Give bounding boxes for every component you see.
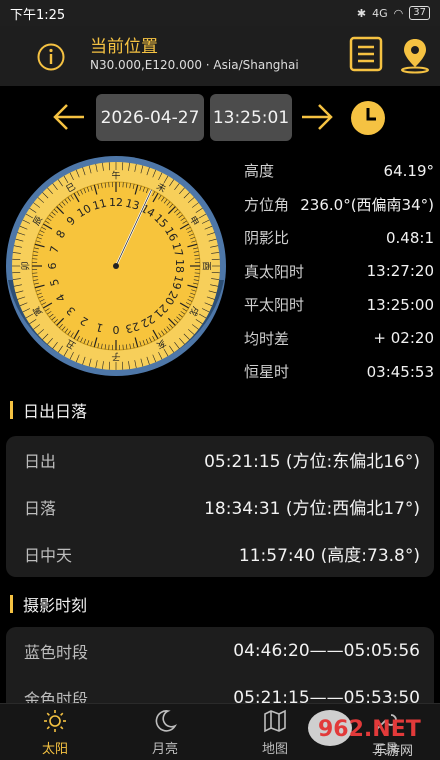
dial-hour-label: 12 xyxy=(109,196,123,209)
location-coordinates: N30.000,E120.000 · Asia/Shanghai xyxy=(90,58,299,72)
sun-data-value: 236.0°(西偏南34°) xyxy=(300,195,434,214)
map-icon xyxy=(264,709,286,732)
sun-data-value: + 02:20 xyxy=(373,329,434,348)
bluetooth-icon: ✱ xyxy=(356,6,367,20)
sun-data-row: 平太阳时 13:25:00 xyxy=(244,288,434,322)
location-pin-icon[interactable] xyxy=(398,36,432,74)
row-label: 日落 xyxy=(24,498,57,518)
sun-data-row: 高度 64.19° xyxy=(244,154,434,188)
info-icon[interactable] xyxy=(36,42,66,72)
row-value: 18:34:31 (方位:西偏北17°) xyxy=(204,499,420,519)
sun-data-value: 03:45:53 xyxy=(366,362,434,381)
header: 当前位置 N30.000,E120.000 · Asia/Shanghai xyxy=(0,26,440,86)
dial-hour-label: 0 xyxy=(113,323,120,336)
sun-data-row: 恒星时 03:45:53 xyxy=(244,355,434,389)
sun-data-table: 高度 64.19° 方位角 236.0°(西偏南34°) 阴影比 0.48:1 真太阳时 13… xyxy=(244,154,434,389)
list-item[interactable]: 日中天 11:57:40 (高度:73.8°) xyxy=(6,530,434,577)
dial-branch-label: 卯 xyxy=(21,261,32,270)
dial-hour-label: 18 xyxy=(173,259,186,273)
date-field[interactable]: 2026-04-27 xyxy=(96,94,204,141)
sun-icon xyxy=(44,709,66,732)
sun-data-label: 恒星时 xyxy=(244,363,290,382)
row-value: 04:46:20——05:05:56 xyxy=(233,640,420,661)
clock-icon[interactable] xyxy=(350,100,386,136)
nav-label: 太阳 xyxy=(41,741,68,757)
nav-item-sun[interactable]: 太阳 xyxy=(0,704,110,760)
sun-data-row: 方位角 236.0°(西偏南34°) xyxy=(244,188,434,222)
sun-data-row: 阴影比 0.48:1 xyxy=(244,221,434,255)
dial-branch-label: 子 xyxy=(111,351,120,362)
watermark-text: 962.NET xyxy=(318,717,421,742)
sun-data-row: 真太阳时 13:27:20 xyxy=(244,255,434,289)
sun-data-label: 阴影比 xyxy=(244,229,290,248)
list-item[interactable]: 日落 18:34:31 (方位:西偏北17°) xyxy=(6,483,434,530)
row-value: 05:21:15 (方位:东偏北16°) xyxy=(204,452,420,472)
sun-data-value: 13:25:00 xyxy=(366,295,434,314)
location-title: 当前位置 xyxy=(90,37,158,57)
previous-arrow-icon[interactable] xyxy=(52,102,86,132)
document-icon[interactable] xyxy=(349,36,383,72)
dial-branch-label: 午 xyxy=(111,170,120,182)
sundial-dial: 午未申酉戌亥子丑寅卯辰巳12 13141516171819202122230123… xyxy=(6,156,226,376)
time-field[interactable]: 13:25:01 xyxy=(210,94,292,141)
row-value: 11:57:40 (高度:73.8°) xyxy=(238,546,420,566)
nav-item-moon[interactable]: 月亮 xyxy=(110,704,220,760)
watermark-subtext: 乐游网 xyxy=(374,744,413,759)
sun-data-label: 均时差 xyxy=(244,329,290,348)
moon-icon xyxy=(155,709,178,732)
sun-data-label: 真太阳时 xyxy=(244,262,305,281)
sunrise-card: 日出 05:21:15 (方位:东偏北16°) 日落 18:34:31 (方位:西偏北… xyxy=(6,436,434,577)
row-label: 日中天 xyxy=(24,545,73,565)
sun-data-value: 13:27:20 xyxy=(366,262,434,281)
battery-icon: 37 xyxy=(409,6,430,20)
status-bar: 下午1:25 ✱ 4G ◠ 37 xyxy=(0,0,440,26)
sun-data-value: 0.48:1 xyxy=(386,228,434,247)
list-item[interactable]: 蓝色时段 04:46:20——05:05:56 xyxy=(6,627,434,674)
status-time: 下午1:25 xyxy=(10,7,66,23)
list-item[interactable]: 日出 05:21:15 (方位:东偏北16°) xyxy=(6,436,434,483)
dial-center xyxy=(113,263,119,269)
sun-data-value: 64.19° xyxy=(383,161,434,180)
row-label: 日出 xyxy=(24,451,57,471)
nav-label: 月亮 xyxy=(151,741,178,757)
sunrise-section-title: 日出日落 xyxy=(10,399,87,421)
watermark-logo: 962.NET 乐游网 xyxy=(308,710,421,759)
sun-data-label: 高度 xyxy=(244,162,275,181)
sun-data-label: 平太阳时 xyxy=(244,296,305,315)
row-label: 蓝色时段 xyxy=(24,642,89,662)
wifi-icon: ◠ xyxy=(393,6,404,20)
dial-hour-label: 6 xyxy=(46,263,59,270)
next-arrow-icon[interactable] xyxy=(300,102,334,132)
sun-data-row: 均时差 + 02:20 xyxy=(244,322,434,356)
signal-icon: 4G xyxy=(372,6,388,20)
sun-data-label: 方位角 xyxy=(244,195,290,214)
datetime-row: 2026-04-27 13:25:01 xyxy=(0,88,440,150)
dial-branch-label: 酉 xyxy=(201,261,212,270)
photo-section-title: 摄影时刻 xyxy=(10,593,87,615)
nav-label: 地图 xyxy=(261,741,288,757)
